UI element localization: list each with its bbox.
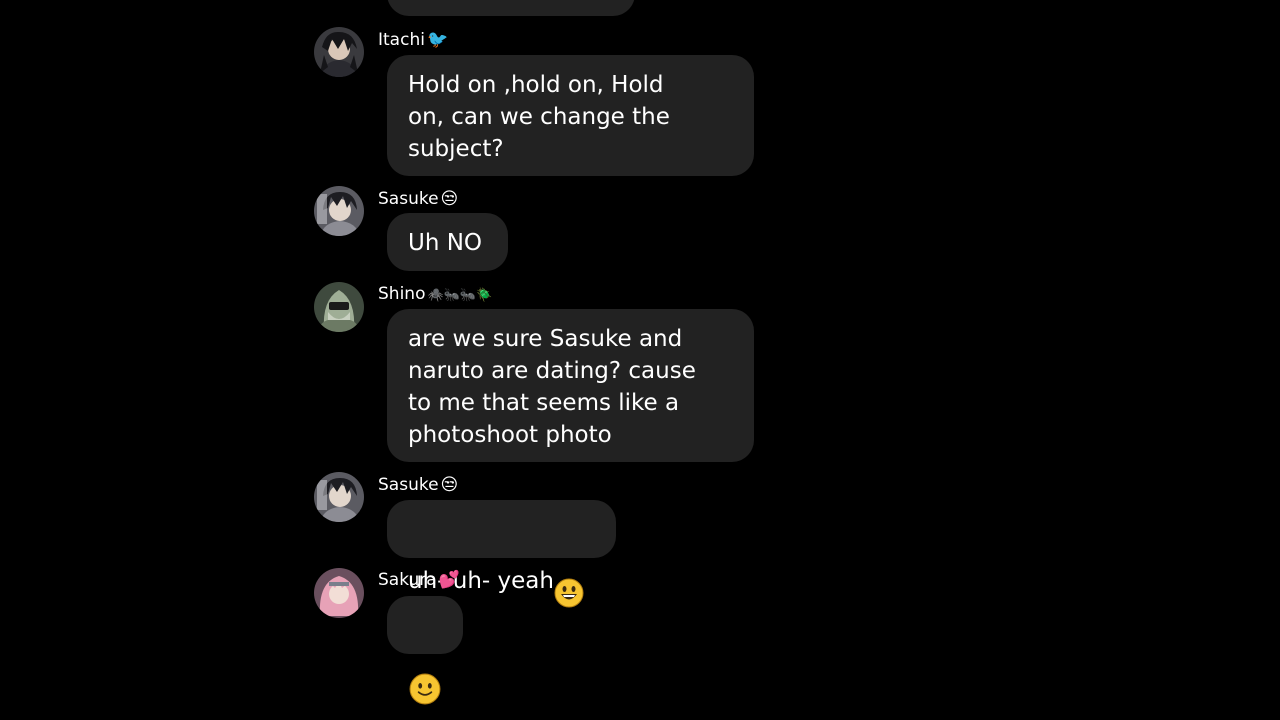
chat-thread: we dated Meanie Itachi🐦 Hold on ,hold on… <box>0 0 1280 720</box>
message-bubble-partial[interactable]: we dated Meanie <box>387 0 635 16</box>
smiling-face-icon <box>409 641 441 714</box>
sender-name: Itachi 🐦 <box>378 29 448 51</box>
sender-name: Sasuke 😒 <box>378 474 458 496</box>
shino-avatar[interactable] <box>314 282 364 332</box>
sasuke-avatar[interactable] <box>314 186 364 236</box>
sender-name: Sakura 💕 <box>378 569 460 591</box>
sender-emoji: 🕷️🐜🐜🪲 <box>427 288 493 303</box>
grinning-face-icon <box>554 546 584 617</box>
sender-name: Shino 🕷️🐜🐜🪲 <box>378 283 492 307</box>
sender-emoji: 😒 <box>440 475 459 495</box>
sender-emoji: 💕 <box>438 570 460 590</box>
sakura-avatar[interactable] <box>314 568 364 618</box>
sender-emoji: 🐦 <box>426 30 449 50</box>
sender-emoji: 😒 <box>440 189 459 209</box>
itachi-avatar[interactable] <box>314 27 364 77</box>
message-bubble[interactable]: Uh NO <box>387 213 508 271</box>
sasuke-avatar[interactable] <box>314 472 364 522</box>
message-bubble[interactable] <box>387 596 463 705</box>
message-bubble[interactable]: uh- uh- yeah <box>387 500 616 608</box>
sender-name-text: Sasuke <box>378 189 439 209</box>
sender-name: Sasuke 😒 <box>378 188 458 210</box>
message-bubble[interactable]: Hold on ,hold on, Hold on, can we change… <box>387 55 754 176</box>
sender-name-text: Sasuke <box>378 475 439 495</box>
sender-name-text: Shino <box>378 284 426 304</box>
message-bubble[interactable]: are we sure Sasuke and naruto are dating… <box>387 309 754 462</box>
sender-name-text: Sakura <box>378 570 437 590</box>
sender-name-text: Itachi <box>378 30 425 50</box>
